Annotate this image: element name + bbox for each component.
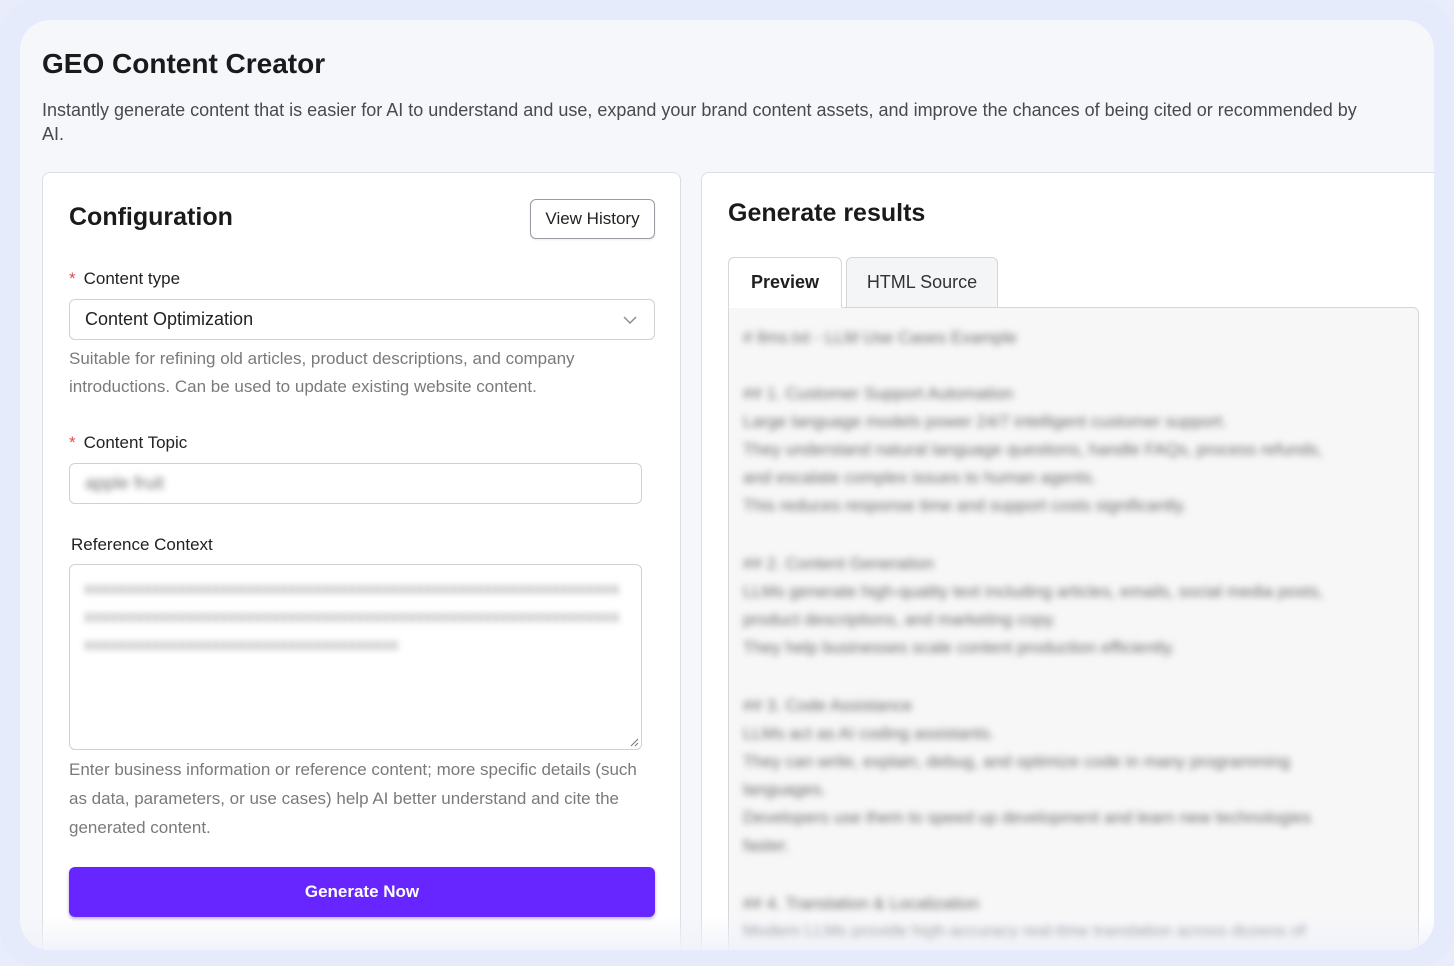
preview-line: languages.	[743, 780, 827, 799]
preview-content[interactable]: # llms.txt - LLM Use Cases Example ## 1. …	[728, 307, 1419, 950]
preview-line	[743, 860, 1404, 890]
preview-line: Developers use them to speed up developm…	[743, 808, 1311, 827]
preview-line	[743, 520, 1404, 550]
chevron-down-icon	[623, 316, 637, 324]
preview-line: product descriptions, and marketing copy…	[743, 610, 1057, 629]
content-type-label-text: Content type	[83, 269, 181, 288]
reference-context-textarea[interactable]: xxxxxxxxxxxxxxxxxxxxxxxxxxxxxxxxxxxxxxxx…	[69, 564, 642, 750]
preview-line: LLMs generate high-quality text includin…	[743, 582, 1324, 601]
required-asterisk: *	[69, 269, 76, 288]
preview-line: ## 4. Translation & Localization	[743, 894, 980, 913]
content-topic-input[interactable]: apple fruit	[69, 463, 642, 504]
view-history-button[interactable]: View History	[530, 199, 655, 239]
generate-now-button[interactable]: Generate Now	[69, 867, 655, 917]
page-title: GEO Content Creator	[42, 48, 326, 79]
results-tabs: Preview HTML Source	[728, 257, 1002, 308]
preview-line: ## 1. Customer Support Automation	[743, 384, 1014, 403]
results-panel: Generate results Preview HTML Source # l…	[701, 172, 1434, 950]
configuration-panel: Configuration View History * Content type…	[42, 172, 681, 950]
resize-handle-icon[interactable]	[629, 737, 639, 747]
preview-line: LLMs act as AI coding assistants.	[743, 724, 995, 743]
tab-html-source[interactable]: HTML Source	[846, 257, 998, 308]
required-asterisk: *	[69, 433, 76, 452]
configuration-title: Configuration	[69, 203, 233, 231]
page-description: Instantly generate content that is easie…	[42, 100, 1357, 144]
preview-line: They understand natural language questio…	[743, 440, 1323, 459]
reference-context-label: Reference Context	[71, 535, 213, 554]
reference-context-hint: Enter business information or reference …	[69, 760, 637, 837]
preview-line: # llms.txt - LLM Use Cases Example	[743, 328, 1017, 347]
content-type-hint: Suitable for refining old articles, prod…	[69, 349, 575, 396]
preview-line: and escalate complex issues to human age…	[743, 468, 1097, 487]
app-frame: GEO Content Creator Instantly generate c…	[0, 0, 1454, 966]
preview-line: This reduces response time and support c…	[743, 496, 1187, 515]
preview-line: ## 3. Code Assistance	[743, 696, 913, 715]
bottom-fade	[20, 916, 1434, 950]
preview-line: Large language models power 24/7 intelli…	[743, 412, 1227, 431]
preview-line: They can write, explain, debug, and opti…	[743, 752, 1291, 771]
preview-line	[743, 662, 1404, 692]
preview-line: ## 2. Content Generation	[743, 554, 934, 573]
results-title: Generate results	[728, 199, 926, 227]
preview-line	[743, 352, 1404, 380]
reference-context-value: xxxxxxxxxxxxxxxxxxxxxxxxxxxxxxxxxxxxxxxx…	[84, 579, 620, 654]
preview-line: faster.	[743, 836, 790, 855]
tab-preview[interactable]: Preview	[728, 257, 842, 308]
content-type-label: * Content type	[69, 269, 180, 289]
content-topic-value: apple fruit	[85, 473, 165, 493]
preview-text: # llms.txt - LLM Use Cases Example ## 1. …	[729, 308, 1418, 950]
content-topic-label-text: Content Topic	[83, 433, 188, 452]
content-type-select[interactable]: Content Optimization	[69, 299, 655, 340]
content-type-selected-value: Content Optimization	[85, 309, 254, 329]
preview-line: They help businesses scale content produ…	[743, 638, 1176, 657]
app-window: GEO Content Creator Instantly generate c…	[20, 20, 1434, 950]
content-topic-label: * Content Topic	[69, 433, 187, 453]
